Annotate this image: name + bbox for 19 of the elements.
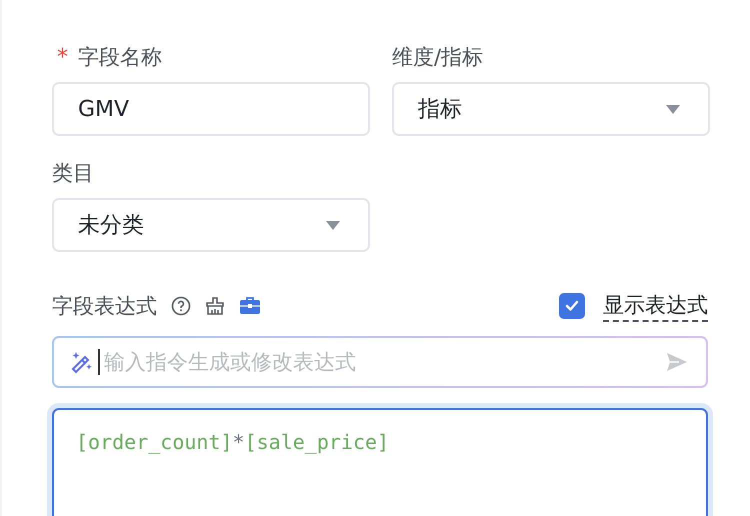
select-field[interactable]: 未分类 (52, 198, 370, 252)
caret-icon (326, 220, 340, 230)
instruction-input[interactable]: 输入指令生成或修改表达式 (104, 350, 662, 374)
help-icon[interactable] (171, 296, 191, 316)
checkbox[interactable] (559, 293, 585, 319)
magic-wand-icon (70, 350, 94, 374)
checkbox-label[interactable]: 显示表达式 (603, 290, 708, 322)
name-input[interactable]: GMV (52, 82, 370, 136)
expression-code: [order_count]*[sale_price] (76, 430, 390, 454)
toolbox-icon[interactable] (239, 296, 261, 316)
required-mark: * (56, 44, 68, 70)
expression-label: 字段表达式 (52, 293, 157, 320)
field-label: 类目 (52, 160, 94, 187)
select-field[interactable]: 指标 (392, 82, 710, 136)
field-label: 字段名称 (78, 44, 162, 71)
field-label: 维度/指标 (392, 44, 484, 71)
check-icon (565, 300, 579, 312)
caret-icon (666, 104, 680, 114)
brush-icon[interactable] (205, 296, 225, 316)
